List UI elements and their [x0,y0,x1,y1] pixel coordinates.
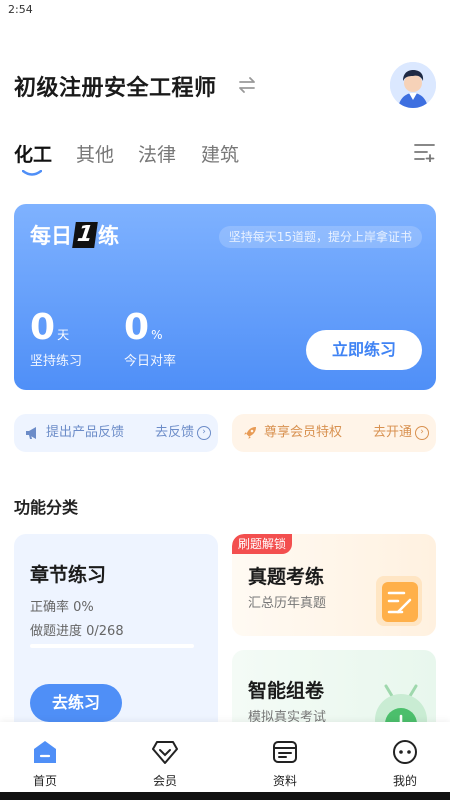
tab-law[interactable]: 法律 [138,140,176,167]
past-exam-card[interactable]: 刷题解锁 真题考练 汇总历年真题 [232,534,436,636]
stat-accuracy: 0% 今日对率 [124,307,177,370]
daily-title-number: 1 [72,222,98,248]
nav-profile-label: 我的 [392,774,417,788]
tab-chemical[interactable]: 化工 [14,140,52,167]
list-add-icon[interactable] [414,142,436,162]
switch-arrows-icon[interactable] [236,74,258,96]
feedback-action[interactable]: 去反馈 [155,414,194,452]
avatar[interactable] [390,62,436,108]
nav-vip-label: 会员 [152,774,177,788]
header: 初级注册安全工程师 [14,62,436,110]
chapter-progress-label: 做题进度 0/268 [30,624,124,639]
stat-accuracy-label: 今日对率 [124,354,177,369]
daily-title-prefix: 每日 [30,224,72,248]
nav-profile[interactable]: 我的 [360,722,450,792]
bottom-navigation: 首页 会员 资料 我的 [0,722,450,792]
unlock-badge: 刷题解锁 [232,534,293,554]
smart-card-title: 智能组卷 [248,680,325,702]
status-time: 2:54 [8,3,33,16]
tab-construction[interactable]: 建筑 [201,140,239,167]
exam-card-subtitle: 汇总历年真题 [248,596,327,611]
chevron-right-icon: › [415,426,429,440]
nav-vip[interactable]: 会员 [120,722,210,792]
vip-action[interactable]: 去开通 [373,414,412,452]
stat-streak: 0天 坚持练习 [30,307,83,370]
home-icon [34,741,56,763]
profile-icon [393,740,417,764]
stat-streak-value: 0 [30,307,56,348]
document-icon [273,741,297,763]
exam-paper-icon [376,576,422,626]
daily-tip: 坚持每天15道题，提分上岸拿证书 [218,226,422,248]
status-bar: 2:54 [0,0,450,22]
feedback-pill[interactable]: 提出产品反馈 去反馈 › [14,414,218,452]
megaphone-icon [26,427,36,439]
chevron-right-icon: › [197,426,211,440]
exam-card-title: 真题考练 [248,566,325,588]
subject-tabs: 化工 其他 法律 建筑 [14,140,436,180]
go-practice-button[interactable]: 去练习 [30,684,122,722]
user-avatar-icon [390,62,436,108]
active-tab-indicator [22,170,42,176]
start-practice-button[interactable]: 立即练习 [306,330,422,370]
system-navigation-bar [0,792,450,800]
vip-pill[interactable]: 尊享会员特权 去开通 › [232,414,436,452]
stat-accuracy-value: 0 [124,307,150,348]
stat-accuracy-unit: % [151,328,163,342]
daily-title-suffix: 练 [98,224,119,248]
nav-home-label: 首页 [32,774,57,788]
stat-streak-unit: 天 [57,328,70,342]
page-title: 初级注册安全工程师 [14,76,217,101]
stat-streak-label: 坚持练习 [30,354,83,369]
rocket-icon [244,427,256,439]
feedback-text: 提出产品反馈 [46,425,125,440]
chapter-practice-card[interactable]: 章节练习 正确率 0% 做题进度 0/268 去练习 [14,534,218,734]
chapter-accuracy: 正确率 0% [30,600,94,615]
tab-other[interactable]: 其他 [76,140,114,167]
chapter-progress-bar [30,644,194,648]
section-title: 功能分类 [14,498,79,517]
daily-title: 每日 1 练 [30,220,119,250]
vip-diamond-icon [152,741,178,764]
nav-materials[interactable]: 资料 [240,722,330,792]
vip-text: 尊享会员特权 [264,425,343,440]
nav-home[interactable]: 首页 [0,722,90,792]
chapter-title: 章节练习 [30,564,107,586]
daily-practice-card: 每日 1 练 坚持每天15道题，提分上岸拿证书 0天 坚持练习 0% 今日对率 … [14,204,436,390]
nav-materials-label: 资料 [272,774,297,788]
